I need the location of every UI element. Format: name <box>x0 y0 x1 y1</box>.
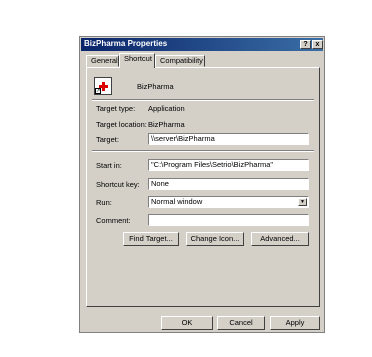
app-name: BizPharma <box>137 82 174 91</box>
tab-compatibility[interactable]: Compatibility <box>155 55 205 67</box>
close-button[interactable]: x <box>312 40 323 49</box>
separator <box>92 99 314 101</box>
start-in-input[interactable]: "C:\Program Files\Setrio\BizPharma" <box>148 159 309 171</box>
cancel-button[interactable]: Cancel <box>217 316 265 330</box>
shortcut-arrow-icon: ↗ <box>95 88 101 94</box>
target-input[interactable]: \\server\BizPharma <box>148 133 309 145</box>
properties-dialog: BizPharma Properties ? x General Shortcu… <box>79 36 325 333</box>
shortcut-key-label: Shortcut key: <box>96 180 140 189</box>
comment-input[interactable] <box>148 214 309 226</box>
title-bar[interactable]: BizPharma Properties ? x <box>81 38 323 51</box>
tab-shortcut[interactable]: Shortcut <box>119 53 155 68</box>
window-title: BizPharma Properties <box>84 39 168 48</box>
chevron-down-icon[interactable]: ▼ <box>298 198 307 206</box>
application-icon: ↗ <box>94 77 112 95</box>
run-label: Run: <box>96 198 112 207</box>
ok-button[interactable]: OK <box>161 316 213 330</box>
advanced-button[interactable]: Advanced... <box>251 232 309 246</box>
shortcut-key-input[interactable]: None <box>148 178 309 190</box>
tab-general[interactable]: General <box>86 55 119 67</box>
target-type-value: Application <box>148 104 185 113</box>
separator <box>92 150 314 152</box>
change-icon-button[interactable]: Change Icon... <box>186 232 244 246</box>
run-value: Normal window <box>151 197 203 206</box>
start-in-label: Start in: <box>96 161 122 170</box>
apply-button[interactable]: Apply <box>270 316 320 330</box>
comment-label: Comment: <box>96 216 131 225</box>
help-button[interactable]: ? <box>300 40 311 49</box>
target-label: Target: <box>96 135 119 144</box>
find-target-button[interactable]: Find Target... <box>123 232 179 246</box>
run-select[interactable]: Normal window ▼ <box>148 196 309 208</box>
target-location-value: BizPharma <box>148 120 185 129</box>
target-location-label: Target location: <box>96 120 147 129</box>
target-type-label: Target type: <box>96 104 136 113</box>
